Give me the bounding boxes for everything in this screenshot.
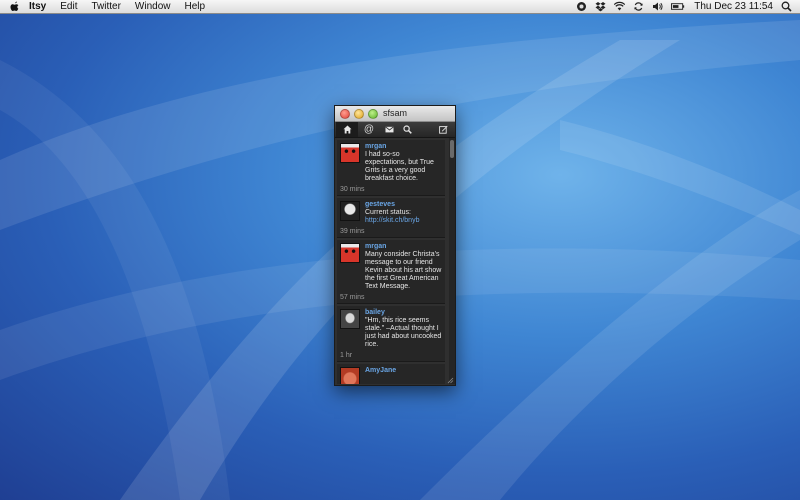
home-icon (343, 125, 351, 134)
avatar[interactable] (340, 143, 360, 163)
dropbox-icon[interactable] (594, 1, 607, 12)
spotlight-search-icon[interactable] (781, 1, 792, 12)
avatar[interactable] (340, 367, 360, 384)
menu-help[interactable]: Help (185, 0, 206, 13)
tweet-username[interactable]: mrgan (365, 142, 442, 151)
tweet-text-prefix: Current status: (365, 209, 411, 216)
avatar[interactable] (340, 201, 360, 221)
menu-bar: Itsy Edit Twitter Window Help Thu Dec 23… (0, 0, 800, 14)
avatar[interactable] (340, 243, 360, 263)
search-tab[interactable] (398, 122, 416, 137)
battery-icon[interactable] (670, 1, 685, 12)
feed-scrollbar-thumb[interactable] (450, 140, 454, 158)
compose-icon (438, 125, 448, 134)
tweet-username[interactable]: AmyJane (365, 366, 442, 375)
tweet-item[interactable]: mrgan I had so-so expectations, but True… (337, 140, 445, 196)
tweet-text: Many consider Christa's message to our f… (365, 251, 442, 290)
messages-tab[interactable] (380, 122, 398, 137)
tweet-username[interactable]: mrgan (365, 242, 442, 251)
window-title: sfsam (382, 108, 407, 118)
tweet-username[interactable]: gesteves (365, 200, 442, 209)
menu-edit[interactable]: Edit (60, 0, 77, 13)
tweet-item[interactable]: gesteves Current status: http://skit.ch/… (337, 198, 445, 238)
volume-icon[interactable] (651, 1, 664, 12)
tweet-timestamp: 30 mins (340, 186, 365, 193)
itsy-window: sfsam @ mrgan I had so-so expectations, … (334, 105, 456, 386)
tweet-timestamp: 39 mins (340, 228, 365, 235)
tweet-timestamp: 1 hr (340, 352, 353, 359)
wifi-icon[interactable] (613, 1, 626, 12)
tweet-text: "Hm, this rice seems stale." –Actual tho… (365, 317, 442, 348)
mentions-icon: @ (363, 123, 375, 135)
tweet-link[interactable]: http://skit.ch/bnyb (365, 217, 419, 224)
tweet-item[interactable]: AmyJane (337, 364, 445, 384)
home-tab[interactable] (336, 122, 358, 137)
tweet-text: I had so-so expectations, but True Grits… (365, 151, 434, 182)
messages-icon (384, 126, 394, 133)
mentions-tab[interactable]: @ (358, 122, 380, 137)
tweet-timestamp: 57 mins (340, 294, 365, 301)
window-titlebar[interactable]: sfsam (335, 106, 455, 122)
search-icon (402, 125, 412, 134)
feed-scrollbar[interactable] (449, 138, 455, 384)
apple-menu-icon[interactable] (10, 1, 20, 12)
tweet-username[interactable]: bailey (365, 308, 442, 317)
timeline-feed[interactable]: mrgan I had so-so expectations, but True… (335, 138, 455, 384)
resize-grip-icon[interactable] (446, 376, 454, 384)
menu-app-itsy[interactable]: Itsy (29, 0, 46, 13)
sync-icon[interactable] (632, 1, 645, 12)
avatar[interactable] (340, 309, 360, 329)
window-toolbar: @ (335, 122, 455, 138)
menubar-clock[interactable]: Thu Dec 23 11:54 (694, 0, 773, 13)
tweet-item[interactable]: mrgan Many consider Christa's message to… (337, 240, 445, 304)
menu-twitter[interactable]: Twitter (91, 0, 120, 13)
status-circle-icon[interactable] (575, 1, 588, 12)
menu-window[interactable]: Window (135, 0, 171, 13)
tweet-item[interactable]: bailey "Hm, this rice seems stale." –Act… (337, 306, 445, 362)
compose-button[interactable] (437, 122, 449, 137)
tweet-text: Current status: http://skit.ch/bnyb (365, 209, 442, 225)
